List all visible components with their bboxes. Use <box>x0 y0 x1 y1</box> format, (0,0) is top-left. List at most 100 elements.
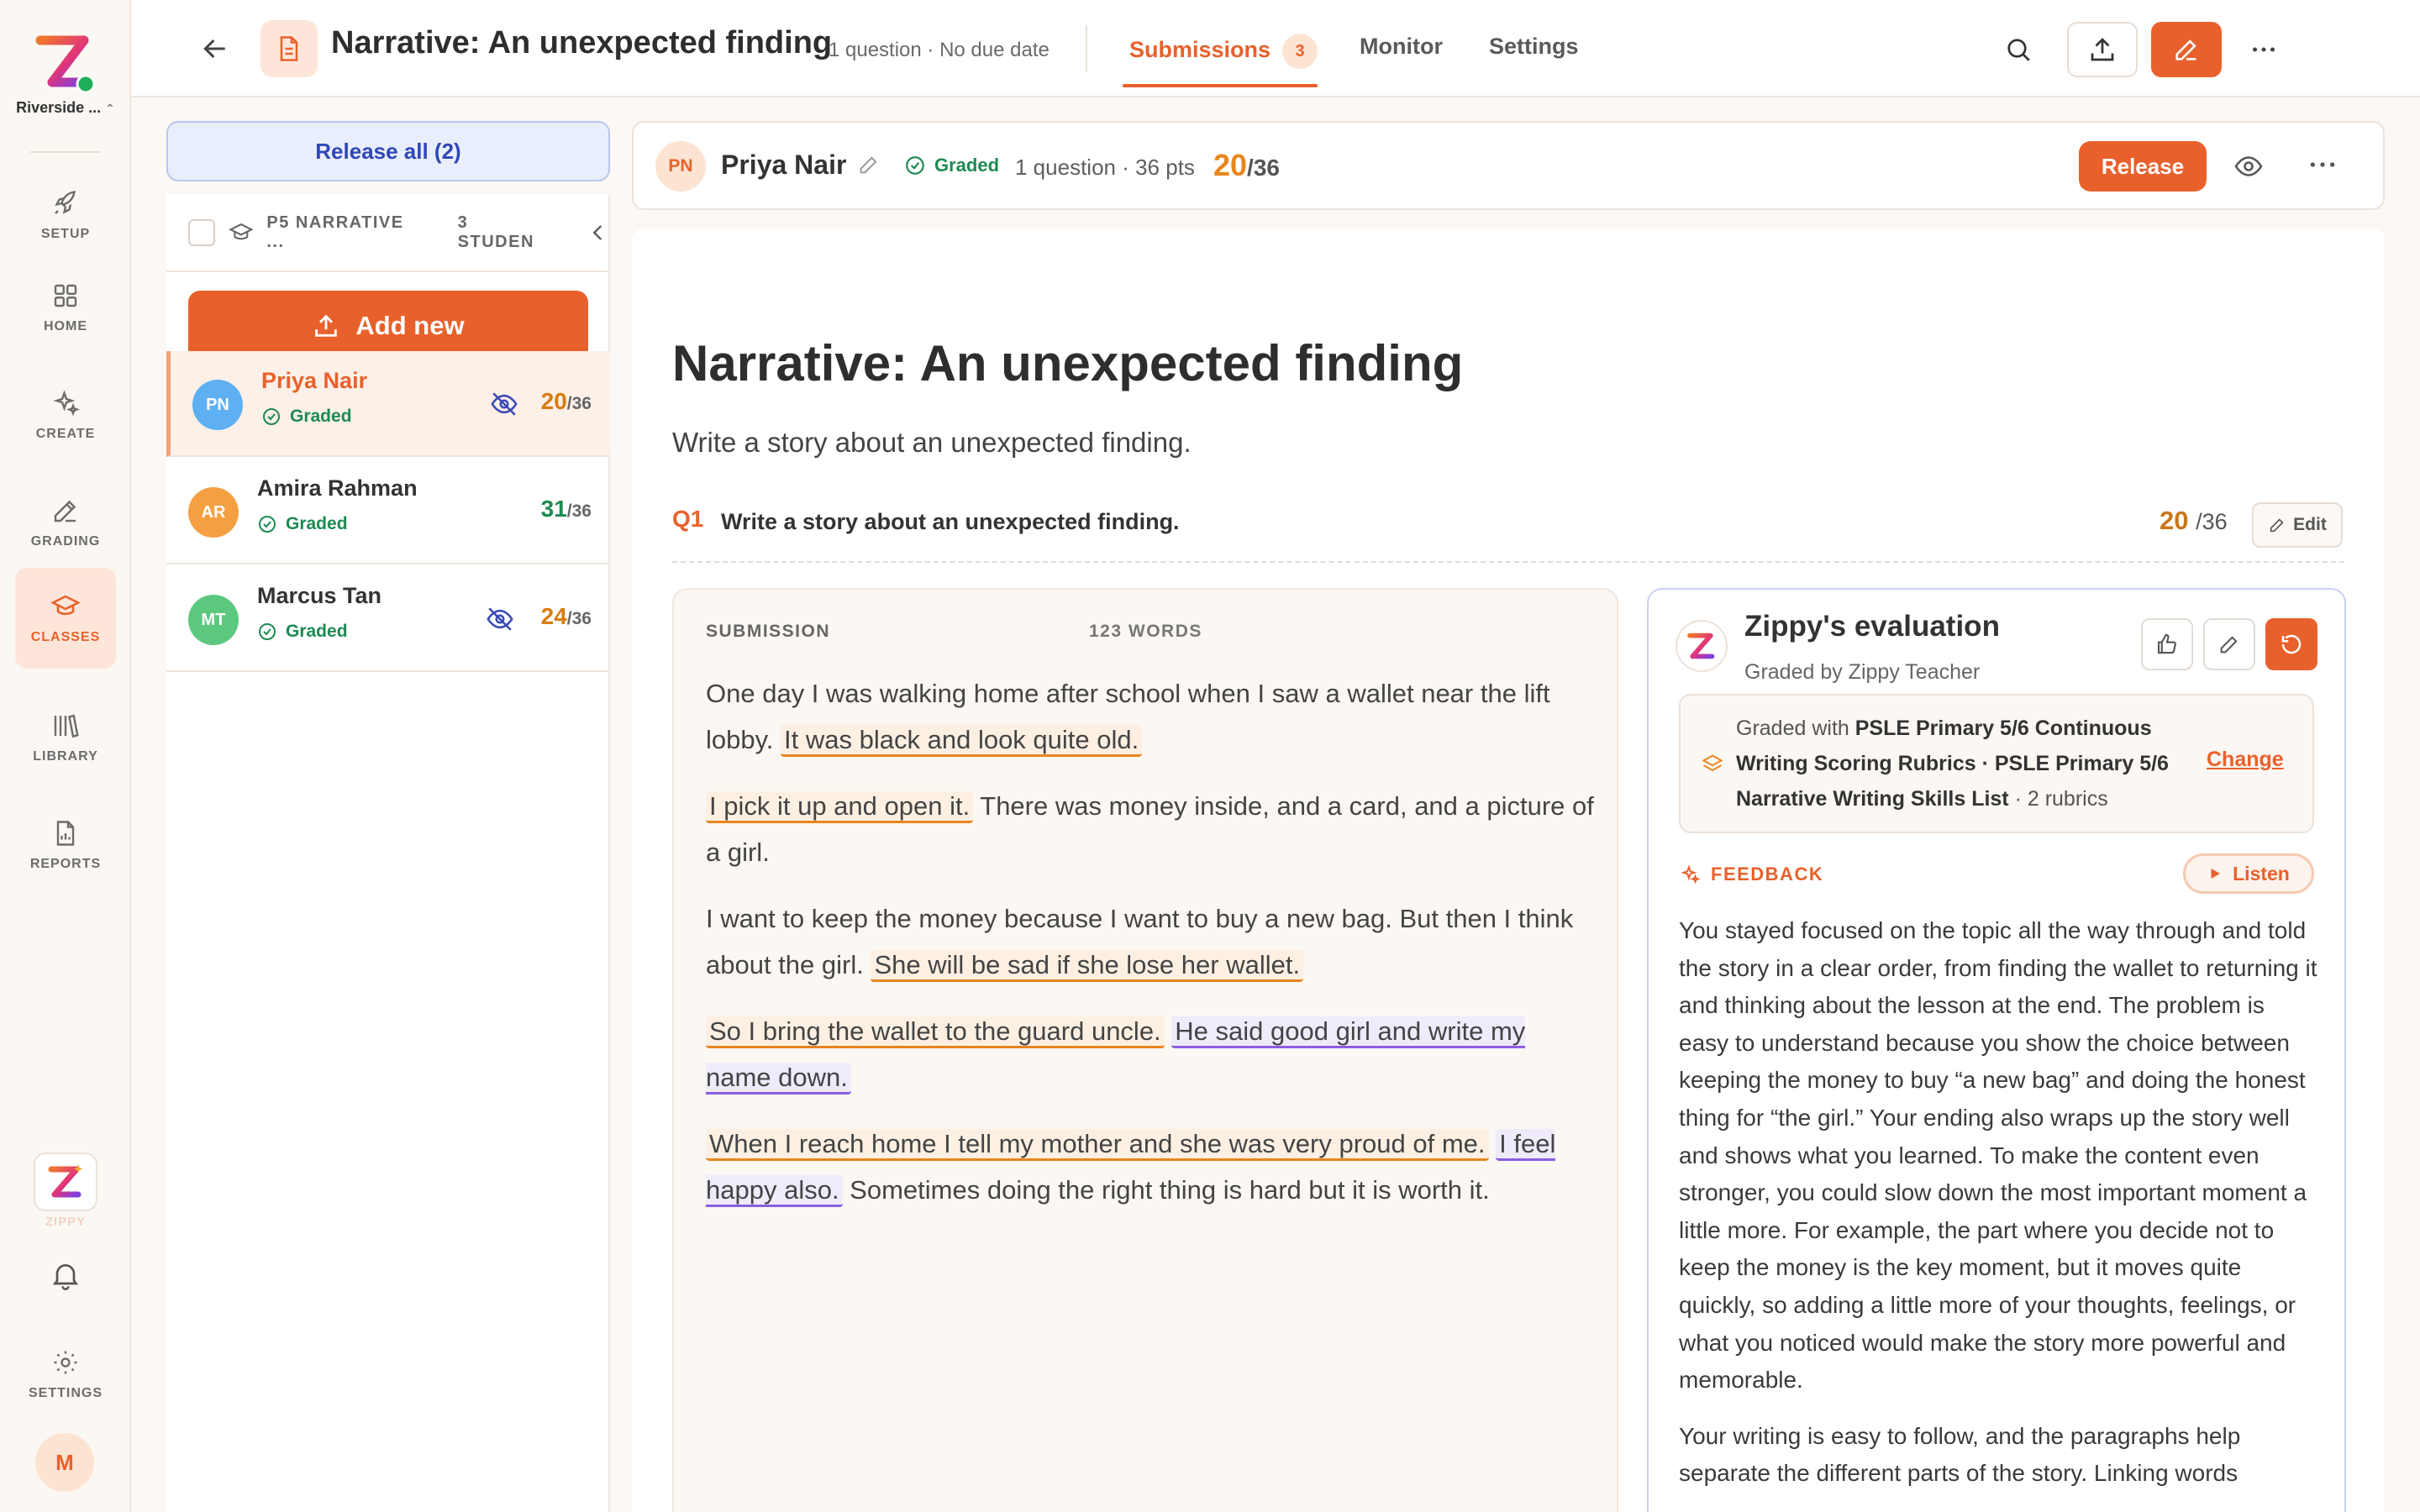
rail-label: CREATE <box>35 427 96 441</box>
highlighted-sentence[interactable]: I pick it up and open it. <box>706 791 974 823</box>
rail-item-home[interactable]: HOME <box>15 257 116 358</box>
school-name: Riverside ... <box>16 99 102 116</box>
listen-button[interactable]: Listen <box>2183 853 2314 894</box>
release-all-button[interactable]: Release all (2) <box>166 121 610 181</box>
student-score: 20/36 <box>541 388 592 415</box>
books-icon <box>54 714 79 738</box>
student-row[interactable]: PN Priya Nair Graded 20/36 <box>166 351 610 457</box>
edit-score-button[interactable]: Edit <box>2252 502 2343 548</box>
hidden-from-student-icon <box>490 390 518 423</box>
student-name: Marcus Tan <box>257 583 382 608</box>
question-score-value: 20 <box>2160 506 2189 535</box>
regenerate-button[interactable] <box>2265 618 2317 670</box>
rail-item-reports[interactable]: REPORTS <box>15 795 116 895</box>
question-meta: 1 question · 36 pts <box>1015 155 1195 180</box>
highlighted-sentence[interactable]: She will be sad if she lose her wallet. <box>871 950 1304 982</box>
score-value: 20 <box>1213 148 1248 182</box>
student-row[interactable]: AR Amira Rahman Graded 31/36 <box>166 459 610 564</box>
active-tab-indicator <box>1123 84 1318 87</box>
student-score: 31/36 <box>541 496 592 522</box>
word-count: 123 WORDS <box>1089 622 1202 641</box>
check-circle-icon <box>259 516 276 533</box>
change-rubric-link[interactable]: Change <box>2207 748 2284 772</box>
highlighted-sentence[interactable]: It was black and look quite old. <box>781 725 1143 757</box>
back-button[interactable] <box>198 32 232 66</box>
bell-icon <box>52 1264 79 1290</box>
rail-item-setup[interactable]: SETUP <box>15 165 116 265</box>
divider <box>1086 25 1087 72</box>
pencil-icon <box>2270 518 2284 533</box>
more-options-button[interactable] <box>2232 22 2296 77</box>
student-more-button[interactable] <box>2306 148 2339 186</box>
pencil-icon <box>54 500 76 522</box>
rail-item-classes[interactable]: CLASSES <box>15 568 116 669</box>
search-button[interactable] <box>1986 22 2050 77</box>
school-logo[interactable] <box>35 34 96 97</box>
select-all-checkbox[interactable] <box>188 219 215 246</box>
preview-button[interactable] <box>2233 151 2264 186</box>
student-row[interactable]: MT Marcus Tan Graded 24/36 <box>166 566 610 672</box>
pencil-icon <box>2175 39 2196 60</box>
document-icon <box>260 20 318 77</box>
tab-settings[interactable]: Settings <box>1489 34 1579 60</box>
feedback-label: FEEDBACK <box>1711 864 1824 885</box>
zippy-logo-icon <box>48 1164 83 1198</box>
rename-button[interactable] <box>857 153 881 181</box>
rail-label: HOME <box>44 319 87 333</box>
student-name: Amira Rahman <box>257 475 418 501</box>
class-header: P5 NARRATIVE ... 3 STUDEN <box>166 195 610 272</box>
rail-label: SETTINGS <box>28 1386 103 1400</box>
submission-paragraph: When I reach home I tell my mother and s… <box>706 1121 1597 1213</box>
rail-item-library[interactable]: LIBRARY <box>15 687 116 788</box>
rail-label: LIBRARY <box>33 749 98 764</box>
student-name: Priya Nair <box>261 368 368 393</box>
highlighted-sentence[interactable]: So I bring the wallet to the guard uncle… <box>706 1016 1165 1048</box>
student-header: PN Priya Nair Graded 1 question · 36 pts… <box>632 121 2385 210</box>
edit-assignment-button[interactable] <box>2151 22 2222 77</box>
evaluation-title: Zippy's evaluation <box>1744 610 2000 643</box>
more-horizontal-icon <box>2252 47 2275 52</box>
play-icon <box>2211 869 2221 879</box>
upload-icon <box>315 314 338 337</box>
left-rail: Riverside ... ⌃ SETUP HOME CREATE GRADIN… <box>0 0 131 1512</box>
score-total: /36 <box>566 394 592 413</box>
rubric-text: Graded with PSLE Primary 5/6 Continuous … <box>1736 711 2207 816</box>
student-avatar: MT <box>188 595 239 645</box>
listen-label: Listen <box>2233 862 2290 885</box>
tab-monitor[interactable]: Monitor <box>1360 34 1443 60</box>
zippy-label: ZIPPY <box>45 1215 87 1229</box>
chevron-left-icon[interactable] <box>587 221 610 244</box>
rocket-icon <box>55 191 76 214</box>
zippy-logo-icon <box>1687 633 1715 659</box>
edit-evaluation-button[interactable] <box>2203 618 2255 670</box>
check-circle-icon <box>259 623 276 640</box>
arrow-left-icon <box>203 39 225 59</box>
more-horizontal-icon <box>2310 162 2335 167</box>
rail-item-grading[interactable]: GRADING <box>15 472 116 573</box>
submission-label: SUBMISSION <box>706 622 831 641</box>
release-button[interactable]: Release <box>2079 141 2207 192</box>
tab-submissions[interactable]: Submissions 3 <box>1129 34 1318 69</box>
question-number: Q1 <box>672 506 704 532</box>
user-avatar[interactable]: M <box>35 1433 94 1492</box>
score-total: /36 <box>566 501 592 521</box>
highlighted-sentence[interactable]: When I reach home I tell my mother and s… <box>706 1129 1489 1161</box>
dashed-divider <box>672 561 2344 563</box>
thumbs-up-button[interactable] <box>2141 618 2193 670</box>
question-text: Write a story about an unexpected findin… <box>721 509 1180 534</box>
rail-item-settings[interactable]: SETTINGS <box>15 1331 116 1418</box>
graded-by: Graded by Zippy Teacher <box>1744 660 1981 684</box>
report-icon <box>56 821 75 846</box>
status-label: Graded <box>934 155 1000 176</box>
rail-item-create[interactable]: CREATE <box>15 365 116 465</box>
feedback-paragraph: You stayed focused on the topic all the … <box>1679 917 2317 1394</box>
notifications-button[interactable] <box>49 1258 82 1296</box>
school-switcher[interactable]: Riverside ... ⌃ <box>0 99 131 117</box>
zippy-button[interactable] <box>34 1152 97 1211</box>
sparkle-icon <box>53 390 81 417</box>
submission-card: SUBMISSION 123 WORDS One day I was walki… <box>672 588 1618 1512</box>
assignment-description: Write a story about an unexpected findin… <box>672 427 1192 458</box>
score-value: 20 <box>540 388 567 414</box>
rubric-count: · 2 rubrics <box>2008 787 2108 811</box>
export-button[interactable] <box>2067 22 2138 77</box>
